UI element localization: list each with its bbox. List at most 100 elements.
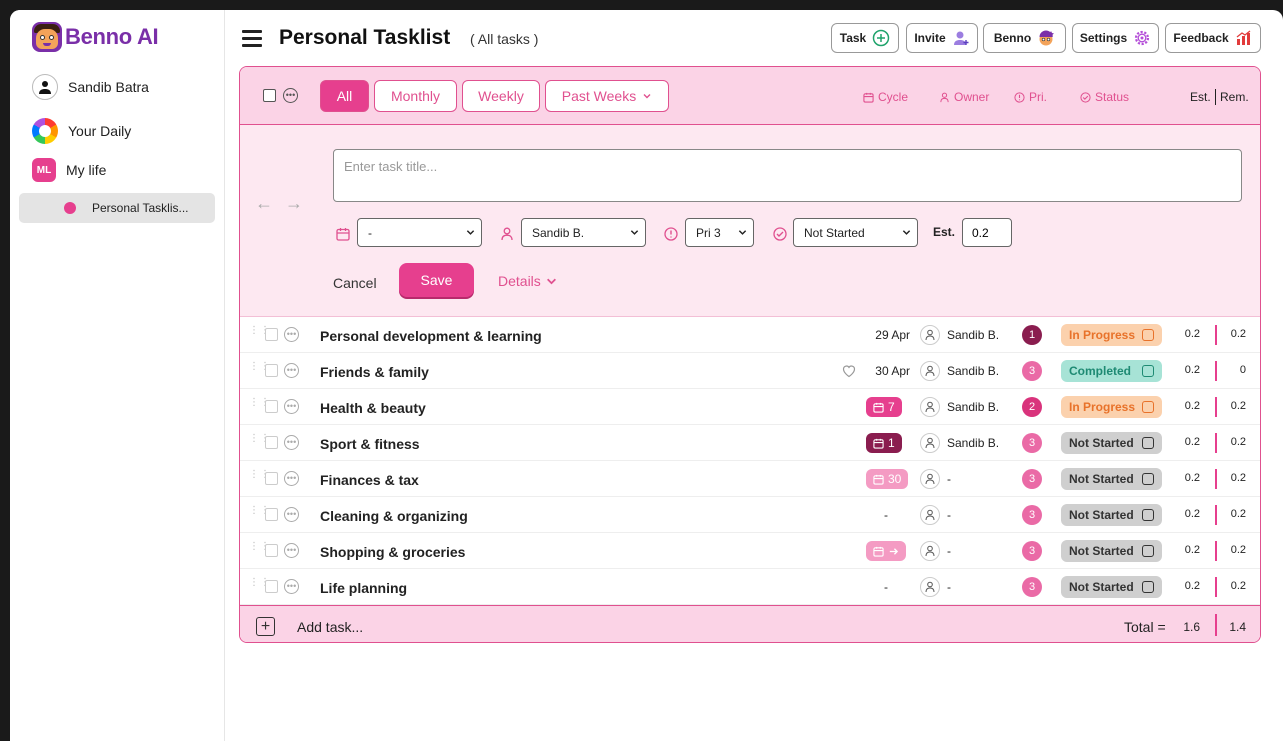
- heart-icon[interactable]: [842, 364, 856, 378]
- row-more-icon[interactable]: •••: [284, 471, 299, 486]
- priority-badge[interactable]: 1: [1022, 325, 1042, 345]
- table-row[interactable]: ⋮⋮ ••• Shopping & groceries - 3 Not Star…: [240, 533, 1260, 569]
- row-more-icon[interactable]: •••: [284, 327, 299, 342]
- status-badge[interactable]: Not Started: [1061, 468, 1162, 490]
- cycle-badge[interactable]: [866, 541, 906, 561]
- priority-badge[interactable]: 3: [1022, 469, 1042, 489]
- table-row[interactable]: ⋮⋮ ••• Life planning - - 3 Not Started 0…: [240, 569, 1260, 605]
- task-rem[interactable]: 0.2: [1220, 472, 1246, 484]
- cycle-select[interactable]: -: [357, 218, 482, 247]
- row-more-icon[interactable]: •••: [284, 579, 299, 594]
- table-row[interactable]: ⋮⋮ ••• Finances & tax 30 - 3 Not Started…: [240, 461, 1260, 497]
- status-badge[interactable]: Not Started: [1061, 432, 1162, 454]
- arrow-left-icon[interactable]: ←: [255, 193, 273, 214]
- column-header-status[interactable]: Status: [1080, 90, 1129, 104]
- task-name[interactable]: Health & beauty: [320, 400, 426, 416]
- task-est[interactable]: 0.2: [1170, 580, 1200, 592]
- row-more-icon[interactable]: •••: [284, 435, 299, 450]
- task-rem[interactable]: 0: [1220, 364, 1246, 376]
- task-est[interactable]: 0.2: [1170, 472, 1200, 484]
- priority-badge[interactable]: 3: [1022, 541, 1042, 561]
- cycle-badge[interactable]: 1: [866, 433, 902, 453]
- drag-handle-icon[interactable]: ⋮⋮: [249, 398, 270, 413]
- priority-badge[interactable]: 3: [1022, 505, 1042, 525]
- filter-all[interactable]: All: [320, 80, 369, 112]
- column-header-cycle[interactable]: Cycle: [863, 90, 908, 104]
- task-rem[interactable]: 0.2: [1220, 328, 1246, 340]
- table-row[interactable]: ⋮⋮ ••• Health & beauty 7 Sandib B. 2 In …: [240, 389, 1260, 425]
- drag-handle-icon[interactable]: ⋮⋮: [249, 542, 270, 557]
- task-rem[interactable]: 0.2: [1220, 508, 1246, 520]
- task-rem[interactable]: 0.2: [1220, 400, 1246, 412]
- priority-badge[interactable]: 3: [1022, 361, 1042, 381]
- owner-avatar-icon[interactable]: [920, 577, 940, 597]
- row-more-icon[interactable]: •••: [284, 543, 299, 558]
- row-checkbox[interactable]: [265, 472, 278, 485]
- feedback-button[interactable]: Feedback: [1165, 23, 1261, 53]
- owner-avatar-icon[interactable]: [920, 505, 940, 525]
- invite-button[interactable]: Invite: [906, 23, 978, 53]
- row-more-icon[interactable]: •••: [284, 363, 299, 378]
- row-checkbox[interactable]: [265, 364, 278, 377]
- task-date[interactable]: -: [860, 508, 910, 522]
- column-header-priority[interactable]: Pri.: [1014, 90, 1047, 104]
- task-date[interactable]: 30 Apr: [860, 364, 910, 378]
- row-checkbox[interactable]: [265, 328, 278, 341]
- owner-avatar-icon[interactable]: [920, 469, 940, 489]
- row-checkbox[interactable]: [265, 436, 278, 449]
- owner-avatar-icon[interactable]: [920, 325, 940, 345]
- task-rem[interactable]: 0.2: [1220, 580, 1246, 592]
- sidebar-item-personal-tasklist[interactable]: Personal Tasklis...: [19, 193, 215, 223]
- benno-button[interactable]: Benno: [983, 23, 1066, 53]
- status-badge[interactable]: Not Started: [1061, 540, 1162, 562]
- task-est[interactable]: 0.2: [1170, 400, 1200, 412]
- task-est[interactable]: 0.2: [1170, 364, 1200, 376]
- task-name[interactable]: Finances & tax: [320, 472, 419, 488]
- arrow-right-icon[interactable]: →: [285, 193, 303, 214]
- row-checkbox[interactable]: [265, 544, 278, 557]
- cycle-badge[interactable]: 7: [866, 397, 902, 417]
- column-header-est[interactable]: Est.: [1190, 90, 1211, 104]
- sidebar-item-your-daily[interactable]: Your Daily: [32, 118, 131, 144]
- status-badge[interactable]: Completed: [1061, 360, 1162, 382]
- sidebar-item-user[interactable]: Sandib Batra: [32, 74, 149, 100]
- table-row[interactable]: ⋮⋮ ••• Personal development & learning 2…: [240, 317, 1260, 353]
- est-input[interactable]: [962, 218, 1012, 247]
- task-button[interactable]: Task: [831, 23, 899, 53]
- table-row[interactable]: ⋮⋮ ••• Cleaning & organizing - - 3 Not S…: [240, 497, 1260, 533]
- select-all-checkbox[interactable]: [263, 89, 276, 102]
- save-button[interactable]: Save: [399, 263, 474, 297]
- drag-handle-icon[interactable]: ⋮⋮: [249, 434, 270, 449]
- status-badge[interactable]: Not Started: [1061, 576, 1162, 598]
- more-options-icon[interactable]: •••: [283, 88, 298, 103]
- task-est[interactable]: 0.2: [1170, 544, 1200, 556]
- cancel-button[interactable]: Cancel: [333, 275, 377, 291]
- task-name[interactable]: Sport & fitness: [320, 436, 420, 452]
- drag-handle-icon[interactable]: ⋮⋮: [249, 362, 270, 377]
- row-checkbox[interactable]: [265, 508, 278, 521]
- details-button[interactable]: Details: [498, 273, 557, 289]
- task-est[interactable]: 0.2: [1170, 508, 1200, 520]
- add-task-button[interactable]: Add task...: [297, 619, 363, 635]
- task-date[interactable]: -: [860, 580, 910, 594]
- task-title-input[interactable]: [333, 149, 1242, 202]
- drag-handle-icon[interactable]: ⋮⋮: [249, 470, 270, 485]
- filter-weekly[interactable]: Weekly: [462, 80, 540, 112]
- task-est[interactable]: 0.2: [1170, 436, 1200, 448]
- task-name[interactable]: Cleaning & organizing: [320, 508, 468, 524]
- task-rem[interactable]: 0.2: [1220, 544, 1246, 556]
- filter-monthly[interactable]: Monthly: [374, 80, 457, 112]
- row-checkbox[interactable]: [265, 580, 278, 593]
- add-task-icon[interactable]: +: [256, 617, 275, 636]
- settings-button[interactable]: Settings: [1072, 23, 1159, 53]
- task-date[interactable]: 29 Apr: [860, 328, 910, 342]
- priority-badge[interactable]: 3: [1022, 433, 1042, 453]
- owner-avatar-icon[interactable]: [920, 433, 940, 453]
- owner-avatar-icon[interactable]: [920, 541, 940, 561]
- priority-select[interactable]: Pri 3: [685, 218, 754, 247]
- status-badge[interactable]: Not Started: [1061, 504, 1162, 526]
- row-more-icon[interactable]: •••: [284, 399, 299, 414]
- task-est[interactable]: 0.2: [1170, 328, 1200, 340]
- task-name[interactable]: Shopping & groceries: [320, 544, 465, 560]
- sidebar-item-my-life[interactable]: ML My life: [32, 158, 106, 182]
